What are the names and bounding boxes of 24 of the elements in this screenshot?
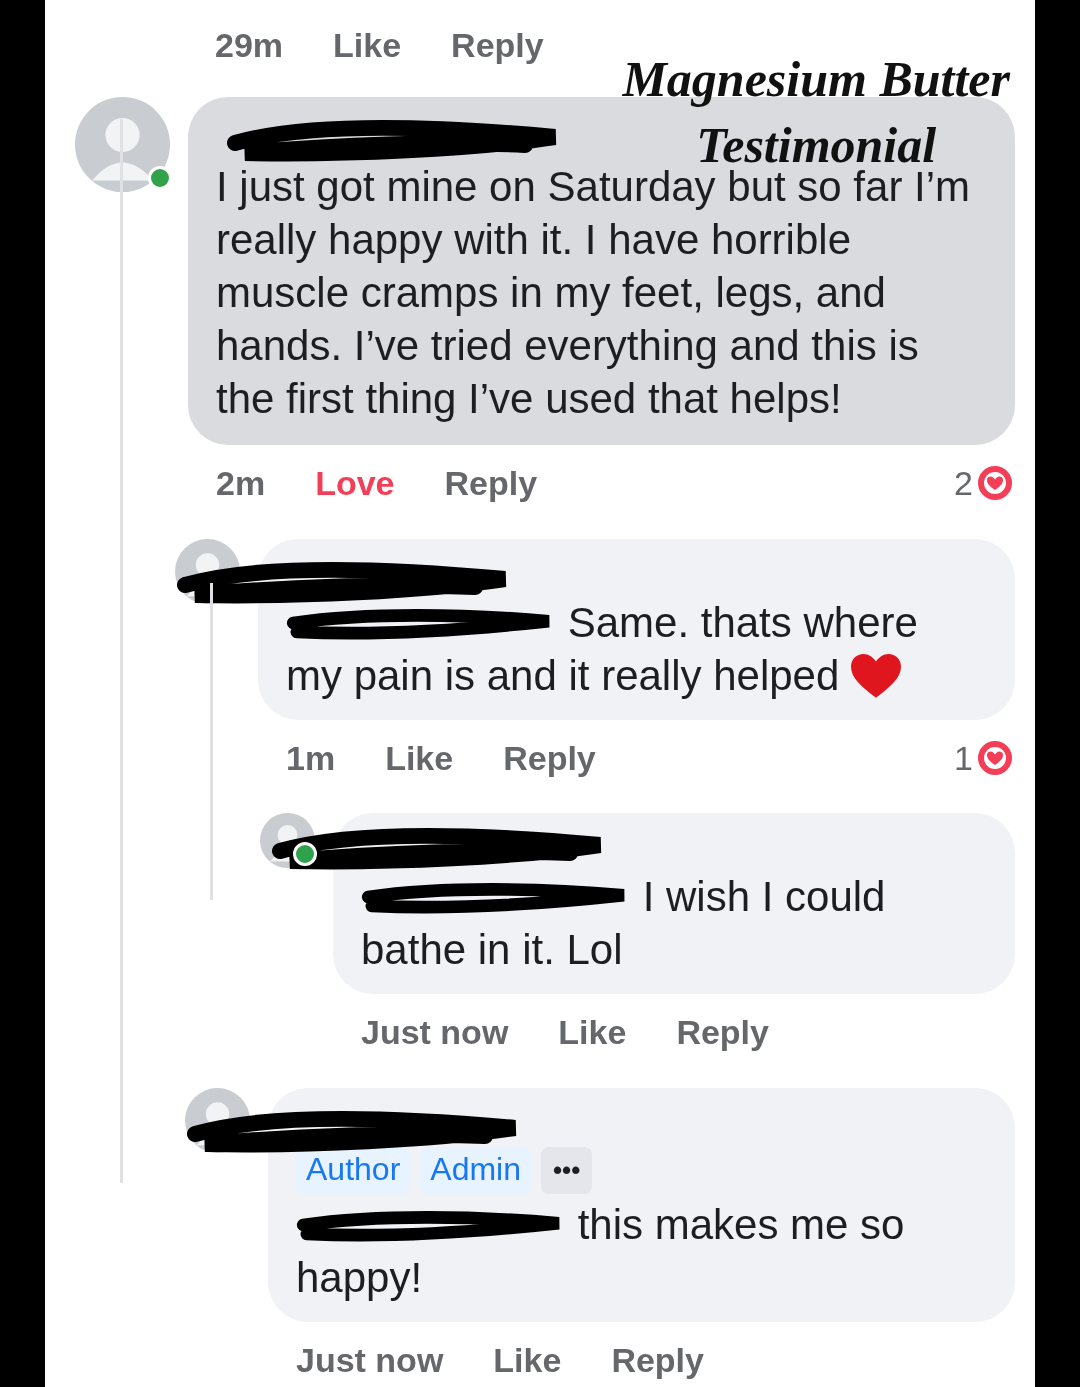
reply-link[interactable]: Reply <box>611 1340 704 1380</box>
reaction-count: 1 <box>954 738 973 778</box>
more-button[interactable]: ••• <box>541 1147 593 1194</box>
comment-time: 2m <box>216 463 266 503</box>
comment-text: I just got mine on Saturday but so far I’m really happy with it. I have horrible muscle cramps in my feet, legs, and hands. I’ve tried everything and this is the first thing I’ve used that helps! <box>216 163 972 424</box>
role-badge: Admin <box>420 1147 531 1194</box>
like-link[interactable]: Like <box>333 25 402 65</box>
reaction-link[interactable]: Like <box>493 1340 562 1380</box>
reply-link[interactable]: Reply <box>676 1012 769 1052</box>
role-badge: Author <box>296 1147 411 1194</box>
reaction-link[interactable]: Like <box>558 1012 627 1052</box>
reply-link[interactable]: Reply <box>451 25 544 65</box>
comment-time: 1m <box>286 738 336 778</box>
reaction-link[interactable]: Like <box>385 738 454 778</box>
reply-link[interactable]: Reply <box>503 738 596 778</box>
comment-time: Just now <box>361 1012 509 1052</box>
comment-text: this makes me so happy! <box>296 1200 906 1303</box>
reaction-count: 2 <box>954 463 973 503</box>
comment-text: Same. thats where my pain is and it really helped <box>286 598 919 702</box>
reaction-link[interactable]: Love <box>315 463 395 503</box>
comment-time: 29m <box>215 25 284 65</box>
reply-link[interactable]: Reply <box>444 463 538 503</box>
comment-time: Just now <box>296 1340 444 1380</box>
comment-text: I wish I could bathe in it. Lol <box>361 872 887 975</box>
